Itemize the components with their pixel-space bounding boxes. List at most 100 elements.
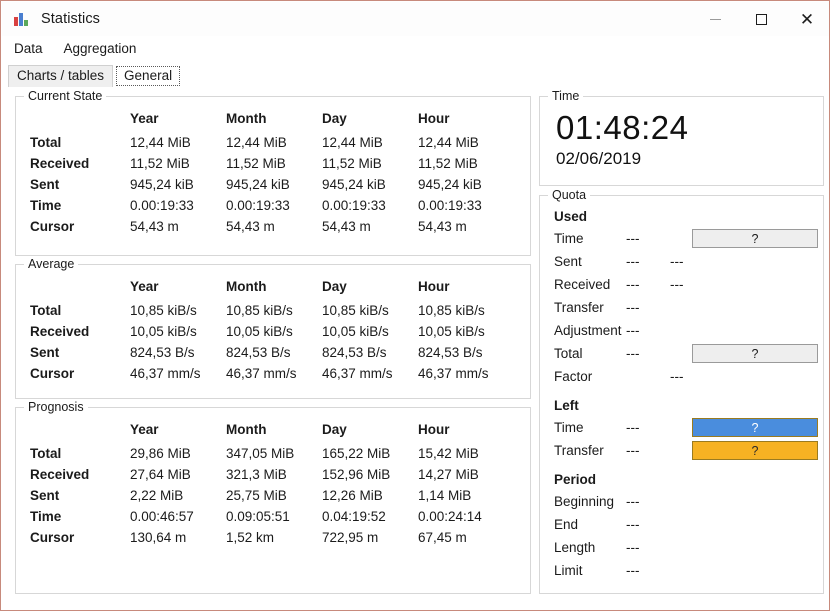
quota-row-period-limit: Limit --- bbox=[540, 559, 823, 582]
quota-body: Used Time --- ? Sent --- --- Received --… bbox=[540, 196, 823, 582]
prognosis-title: Prognosis bbox=[24, 400, 88, 414]
cell-value: 945,24 kiB bbox=[322, 177, 386, 192]
cell-value: 54,43 m bbox=[130, 219, 179, 234]
quota-row-value-1: --- bbox=[626, 277, 640, 292]
close-button[interactable]: ✕ bbox=[784, 2, 829, 36]
cell-value: 10,85 kiB/s bbox=[130, 303, 197, 318]
row-label: Time bbox=[30, 198, 62, 213]
row-label: Sent bbox=[30, 488, 60, 503]
quota-section-heading-left: Left bbox=[554, 398, 579, 413]
quota-row-label: Time bbox=[554, 420, 584, 435]
cell-value: 10,05 kiB/s bbox=[226, 324, 293, 339]
cell-value: 945,24 kiB bbox=[226, 177, 290, 192]
prognosis-group: Prognosis Year Month Day Hour Total 29,8… bbox=[15, 400, 531, 594]
cell-value: 67,45 m bbox=[418, 530, 467, 545]
column-header-day: Day bbox=[322, 111, 347, 126]
table-row: Sent 945,24 kiB 945,24 kiB 945,24 kiB 94… bbox=[30, 174, 514, 195]
quota-bar-left-time[interactable]: ? bbox=[692, 418, 818, 437]
quota-row-period-beginning: Beginning --- bbox=[540, 490, 823, 513]
quota-bar-used-time[interactable]: ? bbox=[692, 229, 818, 248]
current-state-title: Current State bbox=[24, 89, 107, 103]
corner-cell bbox=[30, 275, 130, 300]
quota-row-value-1: --- bbox=[626, 346, 640, 361]
cell-value: 1,52 km bbox=[226, 530, 275, 545]
cell-value: 0.09:05:51 bbox=[226, 509, 290, 524]
quota-row-left-time: Time --- ? bbox=[540, 416, 823, 439]
quota-row-value-1: --- bbox=[626, 231, 640, 246]
minimize-button[interactable] bbox=[692, 2, 738, 36]
column-header-month: Month bbox=[226, 111, 267, 126]
table-row: Received 11,52 MiB 11,52 MiB 11,52 MiB 1… bbox=[30, 153, 514, 174]
menu-item-aggregation[interactable]: Aggregation bbox=[55, 39, 146, 58]
menu-bar: Data Aggregation bbox=[2, 36, 829, 61]
tab-charts-tables[interactable]: Charts / tables bbox=[8, 65, 114, 87]
quota-row-value-2: --- bbox=[670, 277, 684, 292]
quota-row-value-1: --- bbox=[626, 563, 640, 578]
average-group: Average Year Month Day Hour Total 10,85 … bbox=[15, 257, 531, 399]
quota-row-value-1: --- bbox=[626, 540, 640, 555]
cell-value: 321,3 MiB bbox=[226, 467, 287, 482]
quota-bar-used-total[interactable]: ? bbox=[692, 344, 818, 363]
cell-value: 10,85 kiB/s bbox=[418, 303, 485, 318]
cell-value: 347,05 MiB bbox=[226, 446, 295, 461]
cell-value: 130,64 m bbox=[130, 530, 187, 545]
window-title: Statistics bbox=[41, 11, 101, 27]
table-row: Cursor 46,37 mm/s 46,37 mm/s 46,37 mm/s … bbox=[30, 363, 514, 384]
current-state-table: Year Month Day Hour Total 12,44 MiB 12,4… bbox=[30, 107, 514, 237]
row-label: Total bbox=[30, 135, 62, 150]
quota-row-period-end: End --- bbox=[540, 513, 823, 536]
average-table: Year Month Day Hour Total 10,85 kiB/s 10… bbox=[30, 275, 514, 384]
title-bar: Statistics ✕ bbox=[2, 2, 829, 36]
table-row: Total 12,44 MiB 12,44 MiB 12,44 MiB 12,4… bbox=[30, 132, 514, 153]
corner-cell bbox=[30, 418, 130, 443]
cell-value: 46,37 mm/s bbox=[322, 366, 393, 381]
cell-value: 25,75 MiB bbox=[226, 488, 287, 503]
statistics-window: Statistics ✕ Data Aggregation Charts / t… bbox=[0, 0, 830, 611]
quota-row-label: Length bbox=[554, 540, 596, 555]
tab-general[interactable]: General bbox=[115, 65, 182, 87]
cell-value: 14,27 MiB bbox=[418, 467, 479, 482]
table-row: Sent 2,22 MiB 25,75 MiB 12,26 MiB 1,14 M… bbox=[30, 485, 514, 506]
cell-value: 152,96 MiB bbox=[322, 467, 391, 482]
cell-value: 0.00:46:57 bbox=[130, 509, 194, 524]
quota-bar-left-transfer[interactable]: ? bbox=[692, 441, 818, 460]
cell-value: 0.00:19:33 bbox=[418, 198, 482, 213]
cell-value: 11,52 MiB bbox=[130, 156, 190, 171]
row-label: Total bbox=[30, 446, 62, 461]
quota-group: Quota Used Time --- ? Sent --- --- Recei… bbox=[539, 188, 824, 594]
cell-value: 945,24 kiB bbox=[418, 177, 482, 192]
close-icon: ✕ bbox=[799, 9, 815, 29]
quota-row-used-sent: Sent --- --- bbox=[540, 250, 823, 273]
table-header-row: Year Month Day Hour bbox=[30, 107, 514, 132]
cell-value: 12,44 MiB bbox=[418, 135, 479, 150]
quota-row-used-total: Total --- ? bbox=[540, 342, 823, 365]
cell-value: 1,14 MiB bbox=[418, 488, 472, 503]
table-row: Received 10,05 kiB/s 10,05 kiB/s 10,05 k… bbox=[30, 321, 514, 342]
quota-row-label: Limit bbox=[554, 563, 583, 578]
cell-value: 824,53 B/s bbox=[418, 345, 483, 360]
current-state-group: Current State Year Month Day Hour Total … bbox=[15, 89, 531, 256]
prognosis-table: Year Month Day Hour Total 29,86 MiB 347,… bbox=[30, 418, 514, 548]
time-title: Time bbox=[548, 89, 584, 103]
time-group: Time 01:48:24 02/06/2019 bbox=[539, 89, 824, 186]
table-row: Cursor 130,64 m 1,52 km 722,95 m 67,45 m bbox=[30, 527, 514, 548]
cell-value: 10,05 kiB/s bbox=[130, 324, 197, 339]
quota-row-label: Transfer bbox=[554, 300, 604, 315]
column-header-hour: Hour bbox=[418, 111, 450, 126]
cell-value: 0.04:19:52 bbox=[322, 509, 386, 524]
cell-value: 10,05 kiB/s bbox=[322, 324, 389, 339]
table-row: Received 27,64 MiB 321,3 MiB 152,96 MiB … bbox=[30, 464, 514, 485]
row-label: Time bbox=[30, 509, 62, 524]
maximize-button[interactable] bbox=[738, 2, 784, 36]
cell-value: 12,26 MiB bbox=[322, 488, 383, 503]
cell-value: 0.00:24:14 bbox=[418, 509, 482, 524]
table-header-row: Year Month Day Hour bbox=[30, 275, 514, 300]
column-header-month: Month bbox=[226, 279, 267, 294]
cell-value: 0.00:19:33 bbox=[130, 198, 194, 213]
window-controls: ✕ bbox=[692, 2, 829, 36]
quota-row-value-1: --- bbox=[626, 323, 640, 338]
table-row: Time 0.00:19:33 0.00:19:33 0.00:19:33 0.… bbox=[30, 195, 514, 216]
cell-value: 10,05 kiB/s bbox=[418, 324, 485, 339]
quota-row-label: Beginning bbox=[554, 494, 615, 509]
menu-item-data[interactable]: Data bbox=[5, 39, 52, 58]
